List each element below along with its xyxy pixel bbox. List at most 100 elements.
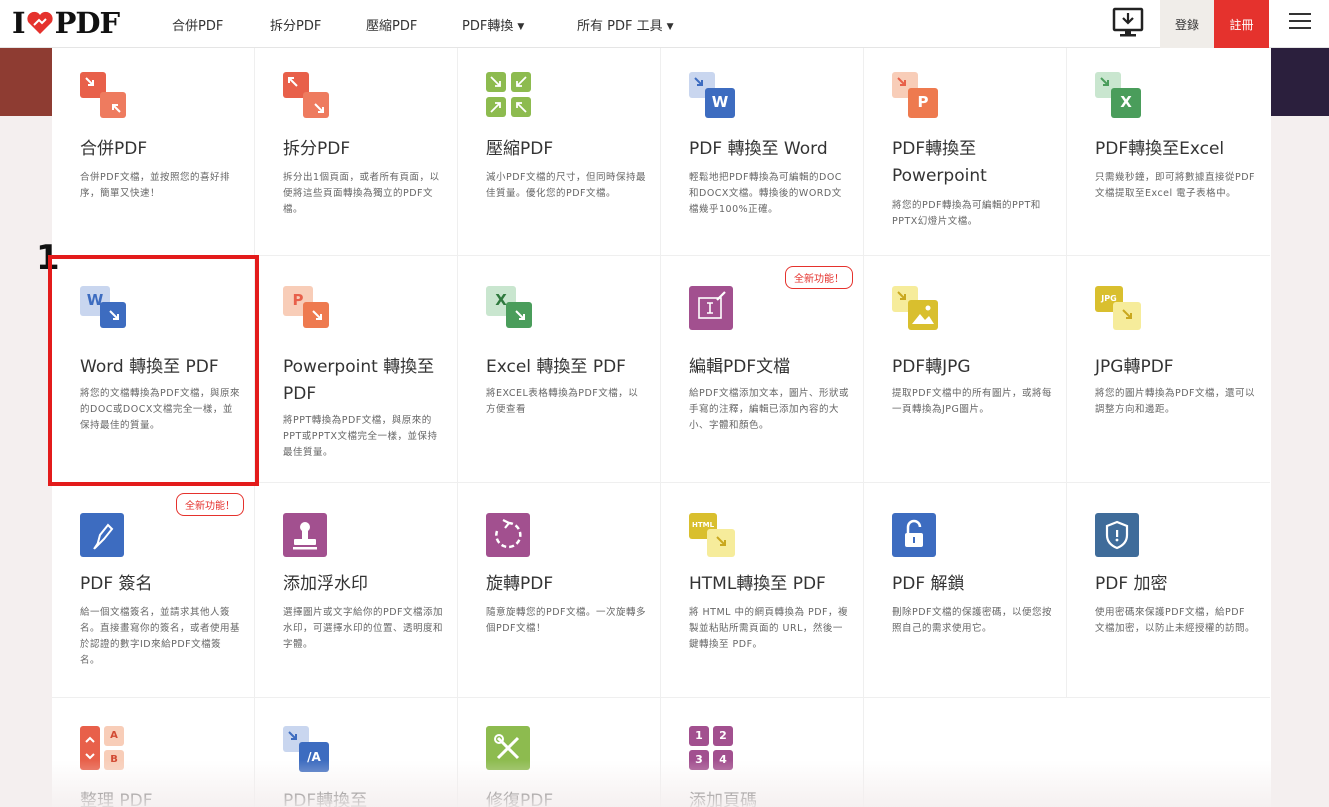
tool-description: 將您的PDF轉換為可編輯的PPT和PPTX幻燈片文檔。 bbox=[892, 200, 1041, 227]
tool-title: JPG轉PDF bbox=[1095, 357, 1174, 377]
tool-description: 將您的圖片轉換為PDF文檔，還可以調整方向和邊距。 bbox=[1095, 388, 1256, 415]
desktop-download-button[interactable] bbox=[1108, 6, 1148, 40]
hero-band-left bbox=[0, 48, 52, 116]
tool-card-html-to-pdf[interactable]: HTML HTML轉換至 PDF 將 HTML 中的網頁轉換為 PDF，複製並粘… bbox=[661, 483, 864, 698]
tool-title: 壓縮PDF bbox=[486, 139, 554, 159]
tool-description: 將 HTML 中的網頁轉換為 PDF，複製並粘貼所需頁面的 URL，然後一鍵轉換… bbox=[689, 607, 849, 650]
tool-description: 隨意旋轉您的PDF文檔。一次旋轉多個PDF文檔！ bbox=[486, 607, 647, 634]
tool-title: 編輯PDF文檔 bbox=[689, 357, 791, 377]
tool-description: 將PPT轉換為PDF文檔，與原來的PPT或PPTX文檔完全一樣，並保持最佳質量。 bbox=[283, 415, 438, 458]
pdf-to-excel-icon: X bbox=[1095, 72, 1141, 118]
tool-title: PDF轉換至 bbox=[283, 791, 368, 807]
hamburger-menu-icon[interactable] bbox=[1289, 13, 1311, 31]
signup-button[interactable]: 註冊 bbox=[1214, 0, 1269, 48]
pdf-to-powerpoint-icon: P bbox=[892, 72, 938, 118]
tool-card-unlock-pdf[interactable]: PDF 解鎖 刪除PDF文檔的保護密碼，以便您按照自己的需求使用它。 bbox=[864, 483, 1067, 698]
split-pdf-icon bbox=[283, 72, 329, 118]
tool-title: PDF轉換至Excel bbox=[1095, 139, 1225, 159]
edit-pdf-icon bbox=[689, 286, 735, 332]
tool-title: 添加浮水印 bbox=[283, 574, 368, 594]
tool-description: 將EXCEL表格轉換為PDF文檔，以方便查看 bbox=[486, 388, 639, 415]
ppt-letter: P bbox=[917, 93, 929, 111]
nav-convert-label: PDF轉換 bbox=[462, 19, 514, 34]
hero-band-right bbox=[1271, 48, 1329, 116]
ilovepdf-logo[interactable]: I PDF bbox=[12, 6, 121, 40]
tool-title: 添加頁碼 bbox=[689, 791, 757, 807]
tool-description: 給PDF文檔添加文本，圖片、形狀或手寫的注釋，編輯已添加內容的大小、字體和顏色。 bbox=[689, 388, 850, 431]
tool-card-merge-pdf[interactable]: 合併PDF 合併PDF文檔，並按照您的喜好排序，簡單又快速！ bbox=[52, 48, 255, 256]
excel-letter: X bbox=[1120, 93, 1132, 111]
tool-card-pdf-to-excel[interactable]: X PDF轉換至Excel 只需幾秒鐘，即可將數據直接從PDF文檔提取至Exce… bbox=[1067, 48, 1270, 256]
html-to-pdf-icon: HTML bbox=[689, 513, 735, 559]
tool-card-protect-pdf[interactable]: PDF 加密 使用密碼來保護PDF文檔，給PDF文檔加密，以防止未經授權的訪問。 bbox=[1067, 483, 1270, 698]
tool-card-jpg-to-pdf[interactable]: JPG JPG轉PDF 將您的圖片轉換為PDF文檔，還可以調整方向和邊距。 bbox=[1067, 256, 1270, 483]
logo-text-pdf: PDF bbox=[54, 6, 121, 40]
tool-card-compress-pdf[interactable]: 壓縮PDF 減小PDF文檔的尺寸，但同時保持最佳質量。優化您的PDF文檔。 bbox=[458, 48, 661, 256]
tool-title: 修復PDF bbox=[486, 791, 554, 807]
tool-description: 拆分出1個頁面，或者所有頁面，以便將這些頁面轉換為獨立的PDF文檔。 bbox=[283, 172, 440, 215]
unlock-icon bbox=[892, 513, 938, 559]
tool-card-organize-pdf[interactable]: A B 整理 PDF bbox=[52, 698, 255, 807]
tool-card-excel-to-pdf[interactable]: X Excel 轉換至 PDF 將EXCEL表格轉換為PDF文檔，以方便查看 bbox=[458, 256, 661, 483]
shield-icon bbox=[1095, 513, 1141, 559]
watermark-icon bbox=[283, 513, 329, 559]
nav-all-tools-label: 所有 PDF 工具 bbox=[577, 19, 663, 34]
organize-pdf-icon: A B bbox=[80, 726, 126, 772]
tool-card-watermark[interactable]: 添加浮水印 選擇圖片或文字給你的PDF文檔添加水印，可選擇水印的位置、透明度和字… bbox=[255, 483, 458, 698]
tool-title: PDF 簽名 bbox=[80, 574, 153, 594]
page-number-3: 3 bbox=[695, 753, 703, 766]
tool-description: 提取PDF文檔中的所有圖片，或將每一頁轉換為JPG圖片。 bbox=[892, 388, 1053, 415]
tool-title: 合併PDF bbox=[80, 139, 148, 159]
pdfa-label: /A bbox=[307, 750, 321, 764]
rotate-pdf-icon bbox=[486, 513, 532, 559]
compress-pdf-icon bbox=[486, 72, 532, 118]
nav-compress-pdf[interactable]: 壓縮PDF bbox=[366, 15, 417, 34]
caret-down-icon: ▼ bbox=[666, 22, 674, 32]
page-numbers-icon: 1 2 3 4 bbox=[689, 726, 735, 772]
tool-card-pdf-to-jpg[interactable]: PDF轉JPG 提取PDF文檔中的所有圖片，或將每一頁轉換為JPG圖片。 bbox=[864, 256, 1067, 483]
tool-card-pdf-to-word[interactable]: W PDF 轉換至 Word 輕鬆地把PDF轉換為可編輯的DOC和DOCX文檔。… bbox=[661, 48, 864, 256]
tool-title: 旋轉PDF bbox=[486, 574, 554, 594]
tool-card-page-numbers[interactable]: 1 2 3 4 添加頁碼 bbox=[661, 698, 864, 807]
tool-title: 整理 PDF bbox=[80, 791, 153, 807]
tool-card-pdf-to-powerpoint[interactable]: P PDF轉換至Powerpoint 將您的PDF轉換為可編輯的PPT和PPTX… bbox=[864, 48, 1067, 256]
jpg-to-pdf-icon: JPG bbox=[1095, 286, 1141, 332]
tool-title: Powerpoint 轉換至 PDF bbox=[283, 357, 435, 404]
excel-to-pdf-icon: X bbox=[486, 286, 532, 332]
new-feature-badge: 全新功能！ bbox=[176, 493, 244, 516]
nav-convert-pdf-dropdown[interactable]: PDF轉換 ▼ bbox=[462, 15, 524, 34]
powerpoint-to-pdf-icon: P bbox=[283, 286, 329, 332]
tool-card-repair-pdf[interactable]: 修復PDF bbox=[458, 698, 661, 807]
tool-card-split-pdf[interactable]: 拆分PDF 拆分出1個頁面，或者所有頁面，以便將這些頁面轉換為獨立的PDF文檔。 bbox=[255, 48, 458, 256]
nav-merge-pdf[interactable]: 合併PDF bbox=[172, 15, 223, 34]
tool-title: HTML轉換至 PDF bbox=[689, 574, 826, 594]
tool-card-rotate-pdf[interactable]: 旋轉PDF 隨意旋轉您的PDF文檔。一次旋轉多個PDF文檔！ bbox=[458, 483, 661, 698]
top-navbar: I PDF 合併PDF 拆分PDF 壓縮PDF PDF轉換 ▼ 所有 PDF 工具… bbox=[0, 0, 1329, 48]
page-number-4: 4 bbox=[719, 753, 727, 766]
tool-card-sign-pdf[interactable]: 全新功能！ PDF 簽名 給一個文檔簽名，並請求其他人簽名。直接畫寫你的簽名，或… bbox=[52, 483, 255, 698]
tool-title: PDF 解鎖 bbox=[892, 574, 965, 594]
tool-card-edit-pdf[interactable]: 全新功能！ 編輯PDF文檔 給PDF文檔添加文本，圖片、形狀或手寫的注釋，編輯已… bbox=[661, 256, 864, 483]
tool-title: PDF轉JPG bbox=[892, 357, 971, 377]
tool-title: PDF 轉換至 Word bbox=[689, 139, 828, 159]
nav-split-pdf[interactable]: 拆分PDF bbox=[270, 15, 321, 34]
repair-pdf-icon bbox=[486, 726, 532, 772]
caret-down-icon: ▼ bbox=[517, 22, 525, 32]
tool-description: 刪除PDF文檔的保護密碼，以便您按照自己的需求使用它。 bbox=[892, 607, 1053, 634]
tool-title: 拆分PDF bbox=[283, 139, 351, 159]
page-number-1: 1 bbox=[695, 729, 703, 742]
nav-all-tools-dropdown[interactable]: 所有 PDF 工具 ▼ bbox=[577, 15, 674, 34]
word-letter: W bbox=[711, 93, 729, 111]
tool-card-powerpoint-to-pdf[interactable]: P Powerpoint 轉換至 PDF 將PPT轉換為PDF文檔，與原來的PP… bbox=[255, 256, 458, 483]
merge-pdf-icon bbox=[80, 72, 126, 118]
heart-icon bbox=[26, 11, 53, 34]
tool-description: 輕鬆地把PDF轉換為可編輯的DOC和DOCX文檔。轉換後的WORD文檔幾乎100… bbox=[689, 172, 842, 215]
sign-pdf-icon bbox=[80, 513, 126, 559]
tool-title: Excel 轉換至 PDF bbox=[486, 357, 626, 377]
tool-description: 給一個文檔簽名，並請求其他人簽名。直接畫寫你的簽名，或者使用基於認證的數字ID來… bbox=[80, 607, 241, 666]
pdf-to-word-icon: W bbox=[689, 72, 735, 118]
tool-description: 只需幾秒鐘，即可將數據直接從PDF文檔提取至Excel 電子表格中。 bbox=[1095, 172, 1256, 199]
annotation-highlight-box bbox=[48, 255, 259, 486]
login-button[interactable]: 登錄 bbox=[1160, 0, 1214, 48]
tool-card-pdf-to-pdfa[interactable]: /A PDF轉換至 bbox=[255, 698, 458, 807]
